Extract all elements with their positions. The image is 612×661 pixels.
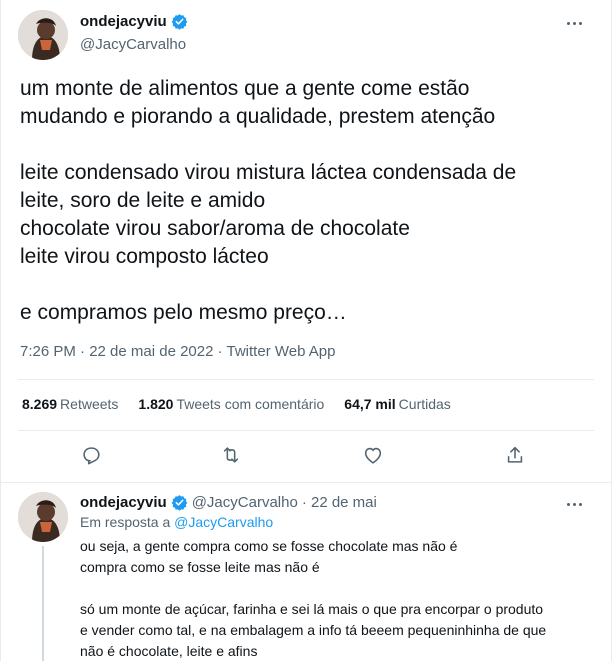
retweet-icon[interactable] [220,444,244,468]
thread-line [42,546,44,661]
verified-badge-icon [171,13,188,30]
divider [18,430,594,431]
retweets-stat[interactable]: 8.269 Retweets [22,396,118,412]
likes-label: Curtidas [398,396,451,412]
verified-badge-icon [171,494,188,511]
author-display-name[interactable]: ondejacyviu [80,13,167,30]
more-icon[interactable] [564,13,584,33]
reply-icon[interactable] [80,444,104,468]
quotes-stat[interactable]: 1.820 Tweets com comentário [138,396,324,412]
avatar[interactable] [18,10,68,60]
reply-prefix: Em resposta a [80,514,171,530]
left-border [0,0,1,661]
tweet-text: um monte de alimentos que a gente come e… [20,77,517,324]
likes-count: 64,7 mil [344,396,396,412]
author-handle[interactable]: @JacyCarvalho [80,36,186,53]
tweet-timestamp[interactable]: 7:26 PM · 22 de mai de 2022 · Twitter We… [20,343,335,360]
reply-author-display-name[interactable]: ondejacyviu [80,494,167,511]
author-name-row: ondejacyviu [80,13,188,30]
divider [18,379,594,380]
reply-date[interactable]: · 22 de mai [302,494,377,511]
like-icon[interactable] [362,444,386,468]
reply-author-handle[interactable]: @JacyCarvalho [192,494,298,511]
reply-mention-link[interactable]: @JacyCarvalho [174,514,273,530]
quotes-count: 1.820 [138,396,174,412]
more-icon[interactable] [564,494,584,514]
reply-context: Em resposta a @JacyCarvalho [80,514,273,530]
reply-author-row: ondejacyviu @JacyCarvalho · 22 de mai [80,494,377,511]
share-icon[interactable] [504,444,528,468]
avatar[interactable] [18,492,68,542]
tweet-actions [0,444,612,468]
tweet-stats: 8.269 Retweets 1.820 Tweets com comentário… [22,396,451,412]
retweets-label: Retweets [60,396,119,412]
retweets-count: 8.269 [22,396,58,412]
quotes-label: Tweets com comentário [176,396,325,412]
tweet-thread: ondejacyviu @JacyCarvalho um monte de al… [0,0,612,661]
reply-text: ou seja, a gente compra como se fosse ch… [80,538,547,659]
likes-stat[interactable]: 64,7 mil Curtidas [344,396,451,412]
divider [0,482,612,483]
